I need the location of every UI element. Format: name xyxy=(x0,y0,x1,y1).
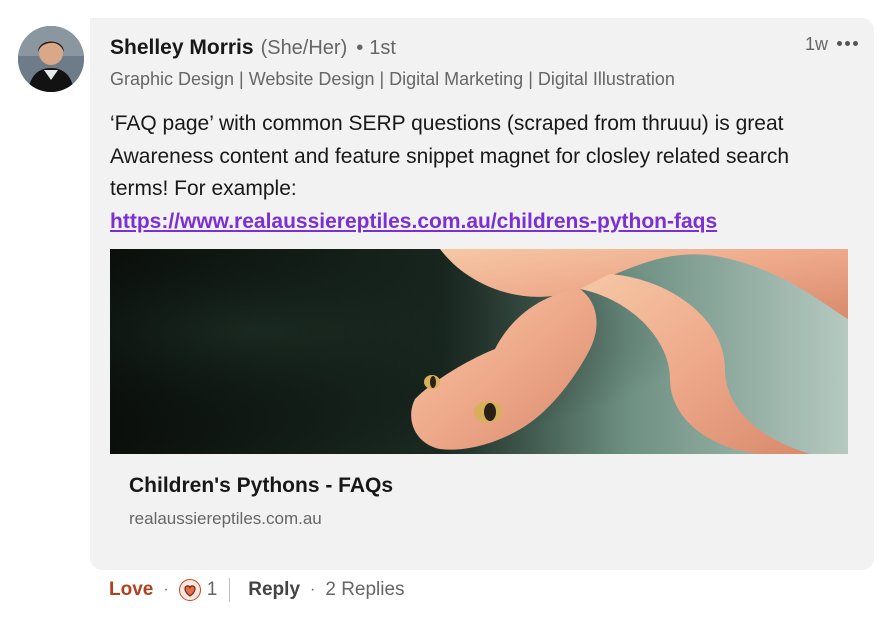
action-separator-2: · xyxy=(310,581,316,598)
author-name[interactable]: Shelley Morris xyxy=(110,36,254,60)
author-row: Shelley Morris (She/Her) • 1st xyxy=(110,36,396,60)
love-button[interactable]: Love xyxy=(109,579,153,601)
link-preview-card[interactable]: Children's Pythons - FAQs realaussierept… xyxy=(110,249,848,539)
comment-text: ‘FAQ page’ with common SERP questions (s… xyxy=(110,112,790,200)
degree-separator: • xyxy=(356,37,364,59)
avatar[interactable] xyxy=(18,26,84,92)
link-preview-domain: realaussiereptiles.com.au xyxy=(129,509,322,528)
comment-actions: Love · 1 Reply · 2 Replies xyxy=(109,577,405,603)
action-divider xyxy=(229,578,231,602)
link-preview-title[interactable]: Children's Pythons - FAQs xyxy=(129,474,393,498)
replies-link[interactable]: 2 Replies xyxy=(325,579,404,601)
comment-link[interactable]: https://www.realaussiereptiles.com.au/ch… xyxy=(110,206,850,239)
connection-degree: • 1st xyxy=(356,37,396,60)
action-separator: · xyxy=(163,581,169,598)
reply-button[interactable]: Reply xyxy=(248,579,300,601)
more-horizontal-icon[interactable] xyxy=(834,32,860,54)
heart-reaction-icon[interactable] xyxy=(178,579,201,601)
author-headline: Graphic Design | Website Design | Digita… xyxy=(110,69,675,89)
pronouns: (She/Her) xyxy=(260,37,348,59)
comment-bubble: Shelley Morris (She/Her) • 1st Graphic De… xyxy=(90,18,874,570)
link-preview-image[interactable] xyxy=(110,249,848,454)
reaction-count[interactable]: 1 xyxy=(207,579,218,601)
degree-label: 1st xyxy=(369,37,396,59)
comment-timestamp: 1w xyxy=(804,34,828,54)
comment-body: ‘FAQ page’ with common SERP questions (s… xyxy=(110,108,850,238)
